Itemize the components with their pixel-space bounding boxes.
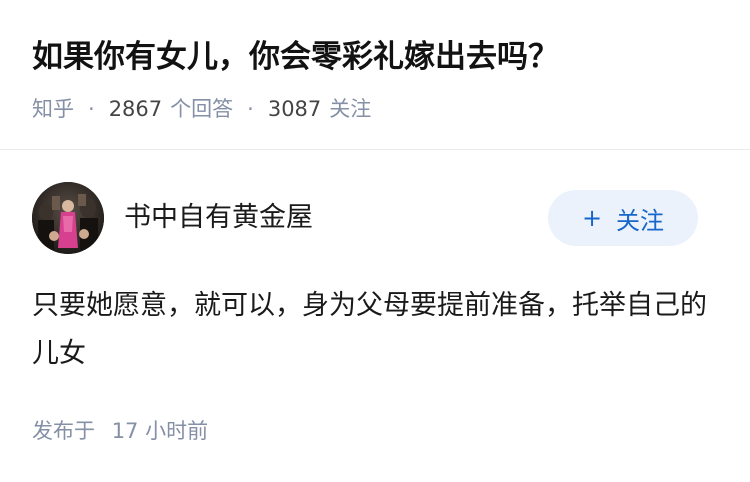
answers-label[interactable]: 个回答 — [170, 94, 233, 124]
posted-time: 17 小时前 — [111, 419, 209, 443]
followers-label: 关注 — [329, 97, 372, 121]
follow-label: 关注 — [616, 206, 665, 235]
separator-dot: · — [88, 97, 95, 121]
question-title[interactable]: 如果你有女儿，你会零彩礼嫁出去吗？ — [32, 34, 559, 80]
answer-content[interactable]: 只要她愿意，就可以，身为父母要提前准备，托举自己的儿女 — [32, 282, 712, 378]
followers-count: 3087 — [267, 97, 322, 121]
avatar[interactable] — [32, 182, 104, 254]
author-name[interactable]: 书中自有黄金屋 — [124, 200, 313, 236]
avatar-photo-icon — [32, 182, 104, 254]
post-time: 发布于 17 小时前 — [32, 416, 208, 446]
answers-count: 2867 — [108, 97, 163, 121]
follow-button[interactable]: + 关注 — [548, 190, 698, 246]
source-label[interactable]: 知乎 — [32, 94, 74, 124]
question-header: 如果你有女儿，你会零彩礼嫁出去吗？ 知乎 · 2867 个回答 · 3087 关… — [0, 0, 750, 150]
question-meta: 知乎 · 2867 个回答 · 3087 关注 — [32, 94, 371, 124]
author-row: 书中自有黄金屋 + 关注 — [32, 182, 702, 256]
separator-dot: · — [247, 97, 254, 121]
plus-icon: + — [581, 204, 603, 232]
posted-prefix: 发布于 — [32, 419, 95, 443]
